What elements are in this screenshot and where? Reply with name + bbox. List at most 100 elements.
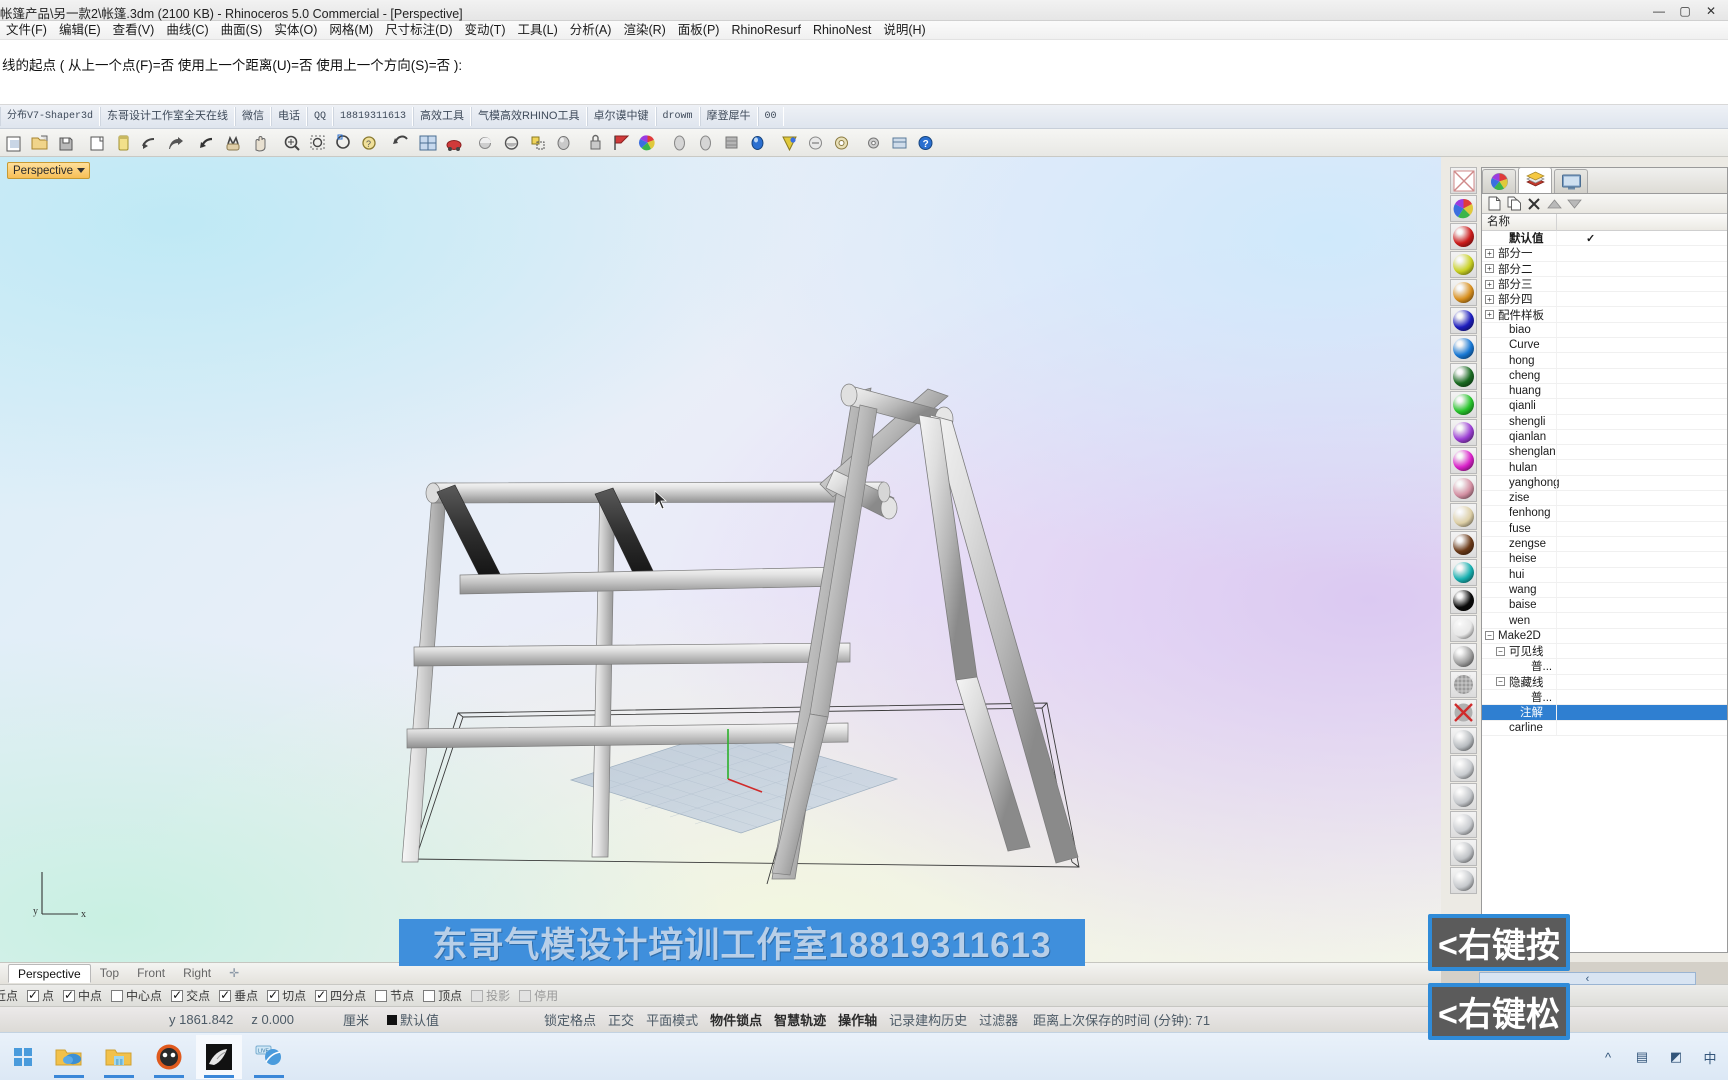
status-toggle-3[interactable]: 物件锁点 <box>704 1010 768 1029</box>
ghosted-icon[interactable] <box>525 130 550 155</box>
shade-icon[interactable] <box>499 130 524 155</box>
osnap-checkbox[interactable] <box>111 989 124 1002</box>
menu-item-3[interactable]: 曲线(C) <box>160 21 214 40</box>
text-toolbar-item-10[interactable]: 摩登犀牛 <box>699 107 758 126</box>
purple-swatch[interactable] <box>1450 419 1477 446</box>
menu-item-10[interactable]: 分析(A) <box>564 21 618 40</box>
glass-swatch-4[interactable] <box>1450 811 1477 838</box>
text-toolbar-item-1[interactable]: 东哥设计工作室全天在线 <box>100 107 236 126</box>
browser-taskbar-icon[interactable] <box>146 1035 192 1079</box>
layer-expander-icon[interactable]: + <box>1485 248 1494 258</box>
mesh-swatch[interactable] <box>1450 671 1477 698</box>
maximize-button[interactable]: ▢ <box>1672 4 1698 18</box>
glass-swatch-2[interactable] <box>1450 755 1477 782</box>
layer-list[interactable]: 默认值 ✓ + 部分一 + 部分二 + 部分三 + 部分四 + 配件样板 biao Curve hong ch… <box>1482 231 1727 952</box>
osnap-checkbox[interactable] <box>267 988 280 1002</box>
status-toggle-0[interactable]: 锁定格点 <box>538 1010 602 1029</box>
layer-expander-icon[interactable]: + <box>1485 294 1494 304</box>
viewport-tab-perspective[interactable]: Perspective <box>8 964 91 983</box>
zoom-dynamic-icon[interactable]: ? <box>357 130 382 155</box>
osnap-checkbox[interactable] <box>375 989 388 1002</box>
move-layer-down-button[interactable] <box>1564 195 1584 213</box>
status-toggle-4[interactable]: 智慧轨迹 <box>768 1010 832 1029</box>
osnap-checkbox[interactable] <box>519 989 532 1002</box>
layer-row[interactable]: yanghong <box>1482 475 1727 492</box>
help-icon[interactable]: ? <box>913 130 938 155</box>
tray-volume-icon[interactable]: ◩ <box>1664 1045 1688 1069</box>
osnap-checkbox[interactable] <box>27 988 40 1002</box>
green-swatch[interactable] <box>1450 391 1477 418</box>
dark-blue-swatch[interactable] <box>1450 307 1477 334</box>
text-toolbar-item-4[interactable]: QQ <box>307 107 334 126</box>
layer-expander-icon[interactable]: + <box>1485 279 1494 289</box>
osnap-9[interactable]: 顶点 <box>423 987 462 1004</box>
tray-ime-icon[interactable]: 中 <box>1698 1045 1722 1069</box>
text-toolbar-item-8[interactable]: 卓尔谟中键 <box>586 107 656 126</box>
menu-item-0[interactable]: 文件(F) <box>0 21 53 40</box>
tray-network-icon[interactable]: ▤ <box>1630 1045 1654 1069</box>
menu-item-9[interactable]: 工具(L) <box>511 21 563 40</box>
glass-swatch-5[interactable] <box>1450 839 1477 866</box>
print-icon[interactable] <box>85 130 110 155</box>
text-toolbar-item-11[interactable]: 00 <box>757 107 784 126</box>
layers-tab[interactable] <box>1518 167 1552 193</box>
lock-icon[interactable] <box>609 130 634 155</box>
layer-row[interactable]: shenglan <box>1482 445 1727 461</box>
osnap-checkbox[interactable] <box>219 988 232 1002</box>
osnap-checkbox[interactable] <box>315 988 328 1002</box>
layer-row[interactable]: heise <box>1482 552 1727 568</box>
blue-swatch[interactable] <box>1450 335 1477 362</box>
layer-row[interactable]: 普... <box>1482 689 1727 706</box>
layer-row[interactable]: Curve <box>1482 338 1727 354</box>
layer-row[interactable]: qianli <box>1482 399 1727 415</box>
text-toolbar-item-3[interactable]: 电话 <box>271 107 308 126</box>
menu-item-5[interactable]: 实体(O) <box>268 21 323 40</box>
color-wheel-swatch[interactable] <box>1450 195 1477 222</box>
current-layer-indicator[interactable]: 默认值 <box>378 1010 448 1029</box>
onedrive-taskbar-icon[interactable] <box>46 1035 92 1079</box>
layer-row[interactable]: biao <box>1482 322 1727 339</box>
display-tab[interactable] <box>1554 169 1588 193</box>
text-toolbar-item-2[interactable]: 微信 <box>235 107 272 126</box>
layer-row[interactable]: shengli <box>1482 414 1727 430</box>
layer-row[interactable]: zengse <box>1482 536 1727 553</box>
cream-swatch[interactable] <box>1450 503 1477 530</box>
osnap-7[interactable]: 四分点 <box>315 987 366 1004</box>
osnap-6[interactable]: 切点 <box>267 987 306 1004</box>
glass-swatch-3[interactable] <box>1450 783 1477 810</box>
status-toggle-1[interactable]: 正交 <box>602 1010 640 1029</box>
layer-row[interactable]: + 部分一 <box>1482 246 1727 262</box>
flag-icon[interactable] <box>635 130 660 155</box>
osnap-8[interactable]: 节点 <box>375 987 414 1004</box>
menu-item-2[interactable]: 查看(V) <box>107 21 161 40</box>
text-toolbar-item-7[interactable]: 气模高效RHINO工具 <box>471 107 587 126</box>
rhino-taskbar-icon[interactable] <box>196 1034 242 1079</box>
disabled-swatch[interactable] <box>1450 699 1477 726</box>
layer-row[interactable]: − 可见线 <box>1482 644 1727 660</box>
gear-icon[interactable] <box>861 130 886 155</box>
layer-row[interactable]: 普... <box>1482 659 1727 675</box>
layer-row[interactable]: + 部分四 <box>1482 292 1727 308</box>
layer-row[interactable]: baise <box>1482 598 1727 614</box>
glass-swatch-1[interactable] <box>1450 727 1477 754</box>
magenta-swatch[interactable] <box>1450 447 1477 474</box>
teal-swatch[interactable] <box>1450 559 1477 586</box>
status-toggle-2[interactable]: 平面模式 <box>640 1010 704 1029</box>
osnap-checkbox[interactable] <box>471 989 484 1002</box>
layer-row[interactable]: hui <box>1482 567 1727 583</box>
osnap-10[interactable]: 投影 <box>471 987 510 1004</box>
save-file-icon[interactable] <box>53 130 78 155</box>
text-toolbar-item-9[interactable]: drowm <box>655 107 700 126</box>
osnap-3[interactable]: 中心点 <box>111 987 162 1004</box>
viewport-tab-top[interactable]: Top <box>91 964 128 983</box>
minimize-button[interactable]: — <box>1646 4 1672 18</box>
layer-row[interactable]: − Make2D <box>1482 628 1727 645</box>
paste-icon[interactable] <box>163 130 188 155</box>
zoom-window-icon[interactable] <box>279 130 304 155</box>
layer-expander-icon[interactable]: − <box>1485 631 1494 641</box>
layer-row[interactable]: 注解 <box>1482 705 1727 721</box>
osnap-checkbox[interactable] <box>63 988 76 1002</box>
layer-row[interactable]: zise <box>1482 491 1727 507</box>
pan-icon[interactable] <box>247 130 272 155</box>
layer-row[interactable]: carline <box>1482 720 1727 736</box>
